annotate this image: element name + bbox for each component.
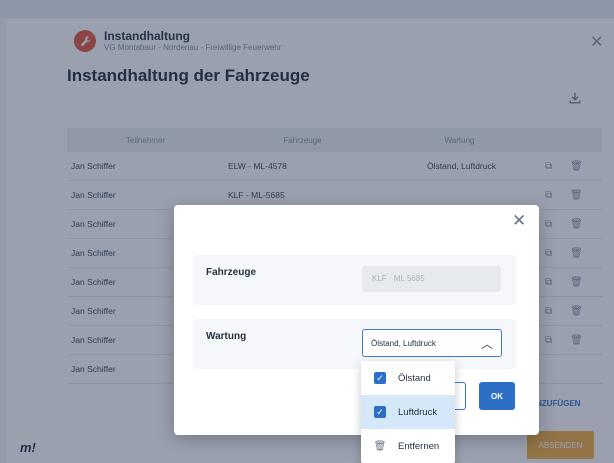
edit-modal: ✕ Fahrzeuge KLF · ML 5685 Wartung Ölstan…: [174, 205, 539, 435]
wartung-dropdown: ✓ Ölstand ✓ Luftdruck 🗑 Entfernen: [361, 361, 455, 463]
wartung-select[interactable]: Ölstand, Luftdruck ︿: [362, 329, 502, 357]
checkbox-checked-icon[interactable]: ✓: [374, 372, 386, 384]
option-entfernen[interactable]: 🗑 Entfernen: [361, 429, 455, 463]
fahrzeuge-field: Fahrzeuge KLF · ML 5685: [193, 255, 516, 305]
wartung-label: Wartung: [206, 331, 247, 342]
trash-icon: 🗑: [373, 440, 387, 452]
chevron-up-icon: ︿: [481, 337, 494, 351]
fahrzeuge-input: KLF · ML 5685: [362, 266, 501, 292]
fahrzeuge-label: Fahrzeuge: [206, 267, 257, 278]
option-olstand[interactable]: ✓ Ölstand: [361, 361, 455, 395]
option-luftdruck[interactable]: ✓ Luftdruck: [361, 395, 455, 429]
option-label: Luftdruck: [398, 406, 438, 418]
checkbox-checked-icon[interactable]: ✓: [374, 406, 386, 418]
modal-close-icon[interactable]: ✕: [512, 211, 526, 231]
wartung-select-value: Ölstand, Luftdruck: [371, 339, 436, 348]
wartung-field: Wartung Ölstand, Luftdruck ︿: [193, 319, 516, 369]
option-label: Entfernen: [398, 440, 440, 452]
option-label: Ölstand: [398, 372, 431, 384]
ok-button[interactable]: OK: [479, 382, 515, 410]
